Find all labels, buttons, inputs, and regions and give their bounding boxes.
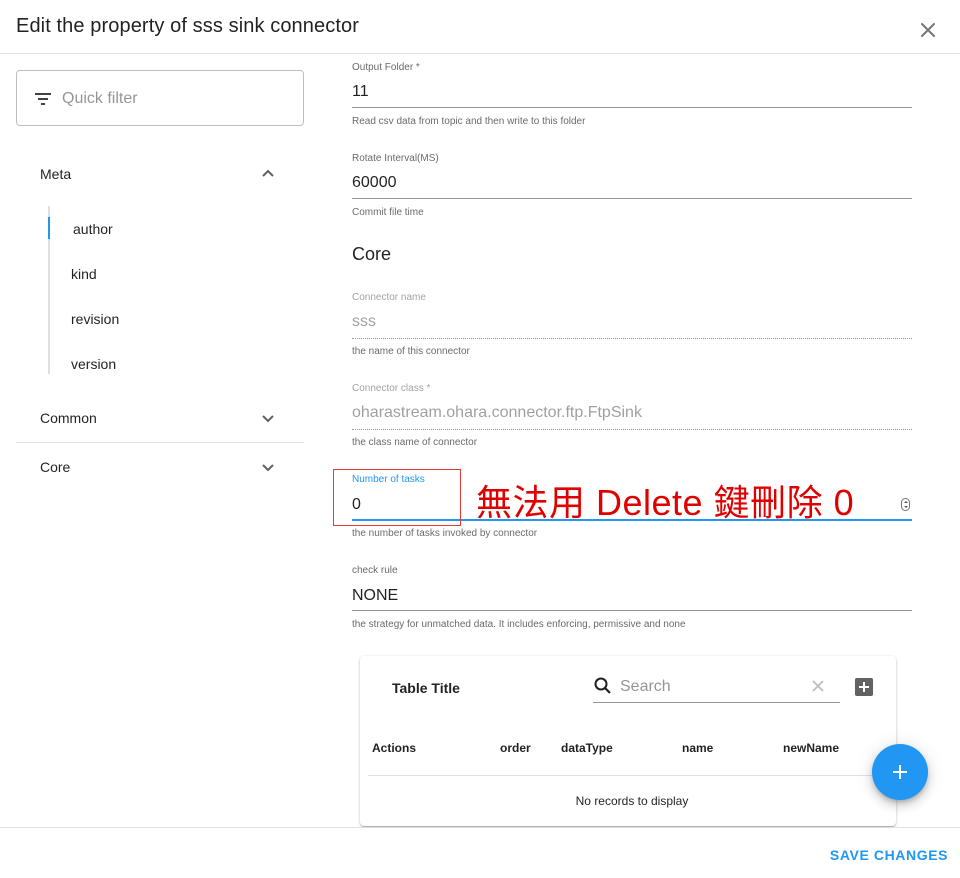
chevron-down-icon: [256, 406, 280, 430]
rotate-interval-field[interactable]: Rotate Interval(MS) 60000 Commit file ti…: [352, 153, 912, 223]
dialog-header: Edit the property of sss sink connector: [0, 0, 960, 54]
sidebar-item-label: version: [71, 356, 117, 372]
table-card: Table Title Search Actions order dataTyp…: [360, 656, 896, 826]
field-underline: [352, 338, 912, 339]
sidebar-item-kind[interactable]: kind: [50, 251, 250, 296]
sidebar-item-label: kind: [71, 266, 97, 282]
output-folder-input[interactable]: 11: [352, 83, 369, 101]
search-placeholder: Search: [620, 678, 671, 695]
quick-filter-placeholder: Quick filter: [62, 90, 138, 107]
connector-class-input: oharastream.ohara.connector.ftp.FtpSink: [352, 404, 642, 421]
table-header-divider: [368, 775, 888, 776]
quick-filter-input[interactable]: Quick filter: [16, 70, 304, 126]
chevron-down-icon: [256, 455, 280, 479]
sidebar-section-label: Core: [40, 459, 71, 475]
save-changes-button[interactable]: SAVE CHANGES: [826, 840, 952, 870]
sidebar-section-common[interactable]: Common: [16, 394, 304, 442]
dialog-title: Edit the property of sss sink connector: [16, 15, 359, 37]
field-helper-text: Read csv data from topic and then write …: [352, 116, 586, 127]
sidebar-item-version[interactable]: version: [50, 341, 250, 386]
field-label: Rotate Interval(MS): [352, 153, 439, 164]
field-helper-text: the class name of connector: [352, 437, 478, 448]
sidebar-section-core[interactable]: Core: [16, 442, 304, 490]
core-section-heading: Core: [352, 244, 392, 264]
number-spinner-icon[interactable]: [901, 498, 910, 511]
column-header-order[interactable]: order: [500, 741, 531, 755]
sidebar-section-label: Common: [40, 410, 97, 426]
column-header-actions[interactable]: Actions: [372, 741, 416, 755]
connector-name-field: Connector name sss the name of this conn…: [352, 292, 912, 362]
clear-icon[interactable]: [809, 677, 827, 695]
table-title: Table Title: [392, 680, 460, 696]
check-rule-field[interactable]: check rule NONE the strategy for unmatch…: [352, 565, 912, 635]
field-label: Connector name: [352, 292, 426, 303]
field-helper-text: the strategy for unmatched data. It incl…: [352, 619, 686, 630]
add-box-icon[interactable]: [854, 677, 874, 697]
field-label: check rule: [352, 565, 398, 576]
column-header-datatype[interactable]: dataType: [561, 741, 613, 755]
field-label: Output Folder *: [352, 62, 420, 73]
sidebar-item-revision[interactable]: revision: [50, 296, 250, 341]
annotation-highlight-box: [333, 469, 461, 526]
column-header-name[interactable]: name: [682, 741, 713, 755]
annotation-text: 無法用 Delete 鍵刪除 0: [476, 482, 855, 523]
column-header-newname[interactable]: newName: [783, 741, 839, 755]
field-helper-text: Commit file time: [352, 207, 424, 218]
dialog-footer: SAVE CHANGES: [0, 827, 960, 878]
field-helper-text: the name of this connector: [352, 346, 470, 357]
field-underline: [352, 610, 912, 611]
search-icon: [593, 676, 613, 696]
add-row-fab[interactable]: [872, 744, 928, 800]
connector-class-field: Connector class * oharastream.ohara.conn…: [352, 383, 912, 453]
add-icon: [893, 765, 907, 779]
field-underline: [352, 107, 912, 108]
empty-table-message: No records to display: [575, 794, 689, 808]
sidebar-item-author[interactable]: author: [50, 206, 250, 251]
field-label: Connector class *: [352, 383, 431, 394]
sidebar-section-meta[interactable]: Meta: [16, 150, 304, 198]
field-underline: [352, 429, 912, 430]
check-rule-select[interactable]: NONE: [352, 587, 398, 605]
connector-name-input: sss: [352, 313, 376, 330]
output-folder-field[interactable]: Output Folder * 11 Read csv data from to…: [352, 62, 912, 132]
sidebar-item-label: revision: [71, 311, 120, 327]
close-icon[interactable]: [916, 18, 940, 42]
sidebar-item-label: author: [73, 221, 113, 237]
field-underline: [352, 198, 912, 199]
table-search-input[interactable]: Search: [593, 673, 840, 703]
chevron-up-icon: [256, 162, 280, 186]
rotate-interval-input[interactable]: 60000: [352, 174, 397, 192]
sidebar-section-label: Meta: [40, 166, 72, 182]
field-helper-text: the number of tasks invoked by connector: [352, 528, 538, 539]
filter-list-icon: [31, 87, 55, 111]
